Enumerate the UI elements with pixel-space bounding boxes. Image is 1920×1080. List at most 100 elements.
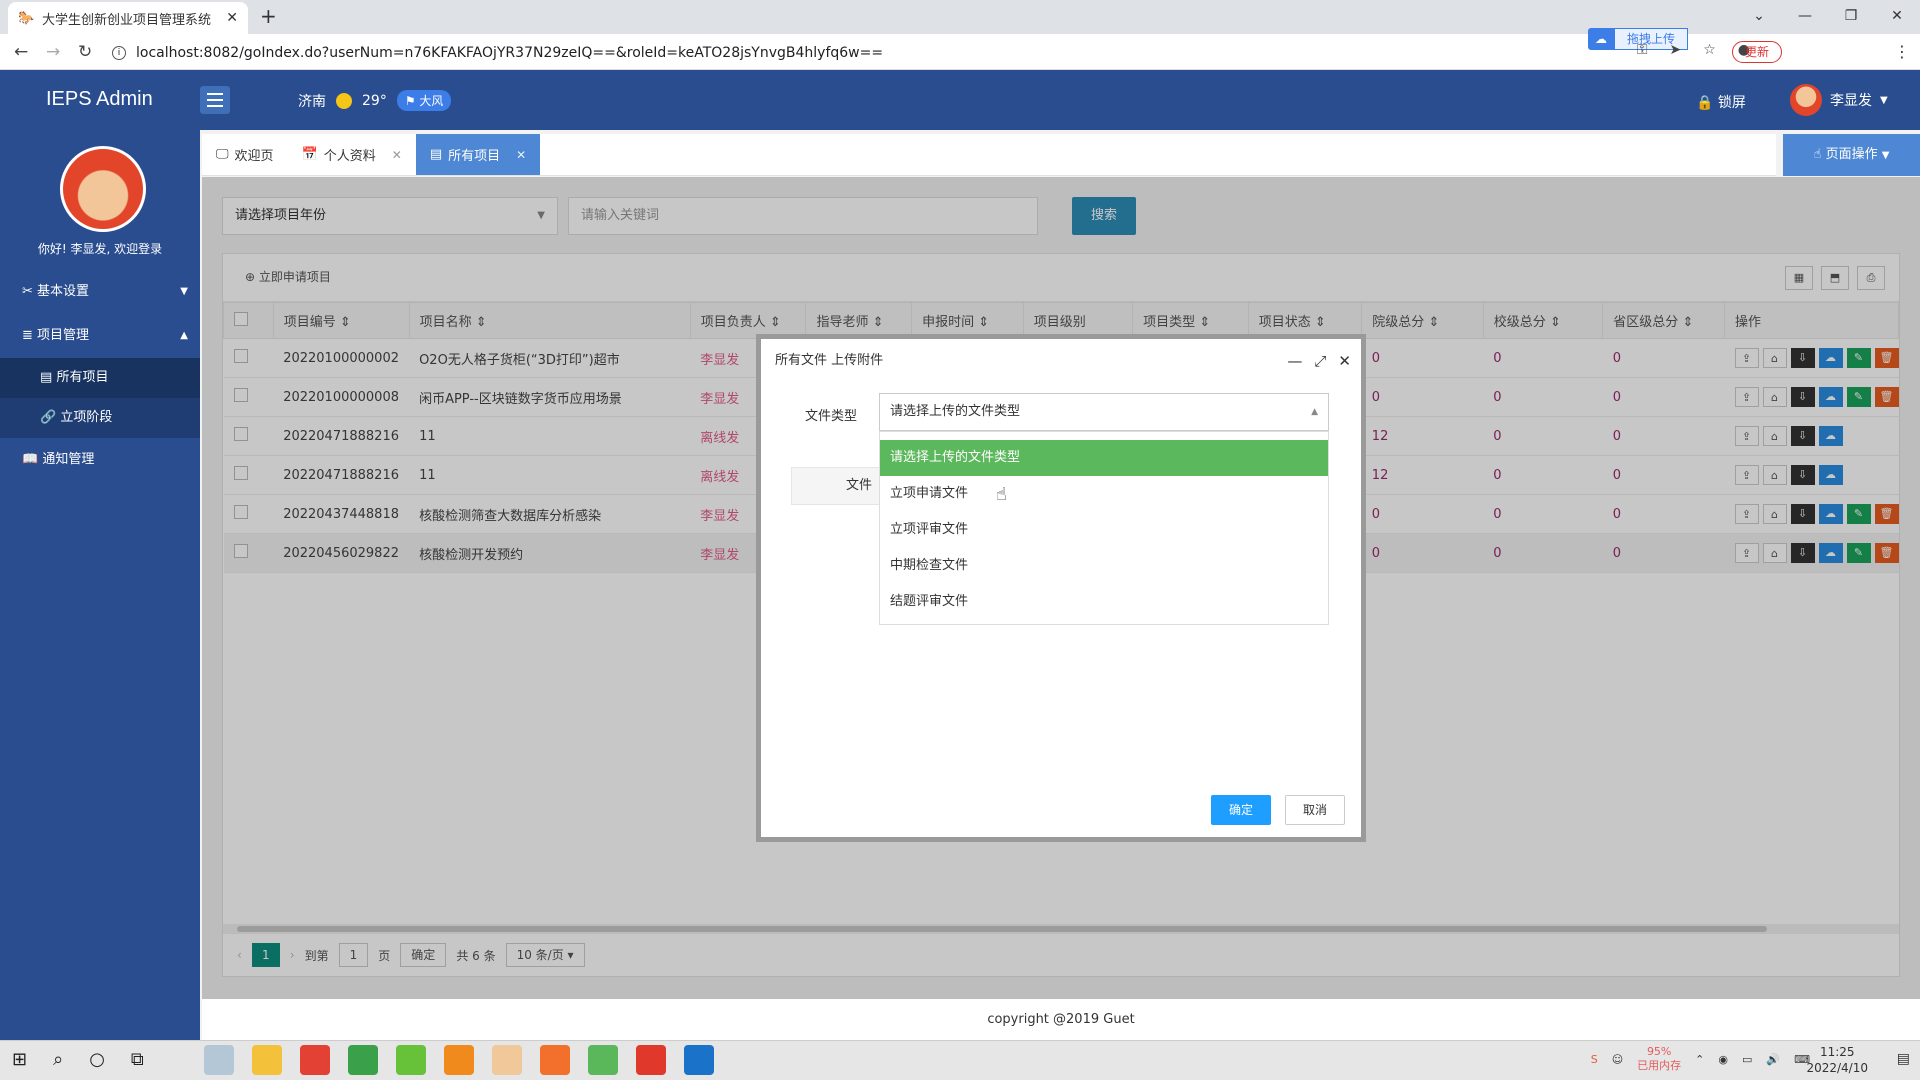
forward-icon[interactable]: → bbox=[46, 42, 60, 62]
sidebar-item-label: 基本设置 bbox=[37, 284, 90, 299]
site-info-icon[interactable]: i bbox=[112, 46, 126, 60]
close-icon[interactable]: ✕ bbox=[516, 148, 526, 162]
maximize-icon[interactable]: ⤢ bbox=[1314, 339, 1326, 383]
confirm-button[interactable]: 确定 bbox=[1211, 795, 1271, 825]
weather-temp: 29° bbox=[362, 92, 387, 109]
people-icon[interactable]: ☺ bbox=[1612, 1053, 1623, 1066]
weather-city: 济南 bbox=[298, 93, 326, 110]
tab-welcome[interactable]: 🖵 欢迎页 bbox=[202, 134, 288, 175]
browser-tab[interactable]: 🐎 大学生创新创业项目管理系统 ✕ bbox=[8, 2, 248, 34]
minimize-icon[interactable]: — bbox=[1782, 0, 1828, 32]
cancel-button[interactable]: 取消 bbox=[1285, 795, 1345, 825]
memory-label: 已用内存 bbox=[1637, 1059, 1682, 1072]
qq-icon[interactable]: ◉ bbox=[1718, 1053, 1728, 1066]
tray-chevron-icon[interactable]: ⌃ bbox=[1695, 1053, 1704, 1066]
dropdown-option[interactable]: 请选择上传的文件类型 bbox=[880, 440, 1328, 476]
send-icon[interactable]: ➤ bbox=[1669, 42, 1681, 58]
app-icon[interactable] bbox=[540, 1045, 570, 1075]
lock-label: 锁屏 bbox=[1717, 95, 1746, 111]
cloud-icon: ☁ bbox=[1588, 28, 1614, 50]
sidebar-item-notifications[interactable]: 📖 通知管理 bbox=[0, 438, 200, 482]
dropdown-option[interactable]: 结题评审文件 bbox=[880, 584, 1328, 620]
list-icon: ▤ bbox=[429, 147, 443, 162]
chevron-up-icon: ▲ bbox=[1311, 407, 1318, 417]
menu-toggle-icon[interactable] bbox=[200, 86, 230, 114]
spreadsheet-icon[interactable] bbox=[348, 1045, 378, 1075]
windows-start-icon[interactable]: ⊞ bbox=[12, 1049, 27, 1070]
folder-icon[interactable] bbox=[252, 1045, 282, 1075]
volume-icon[interactable]: 🔊 bbox=[1766, 1053, 1780, 1066]
cortana-icon[interactable]: ○ bbox=[89, 1049, 105, 1070]
sidebar-nav: ✂ 基本设置 ▼ ≣ 项目管理 ▲ ▤ 所有项目 🔗 立项阶段 📖 通知管理 bbox=[0, 270, 200, 482]
memory-usage: 95% 已用内存 bbox=[1637, 1045, 1681, 1073]
sidebar: 你好! 李显发, 欢迎登录 ✂ 基本设置 ▼ ≣ 项目管理 ▲ ▤ 所有项目 🔗… bbox=[0, 130, 200, 1040]
sidebar-item-label: 立项阶段 bbox=[60, 410, 113, 425]
close-tab-icon[interactable]: ✕ bbox=[226, 10, 238, 26]
wind-badge: ⚑ 大风 bbox=[396, 90, 452, 111]
url-field[interactable]: i localhost:8082/goIndex.do?userNum=n76K… bbox=[112, 40, 1592, 66]
window-controls: ⌄ — ❐ ✕ bbox=[1736, 0, 1920, 32]
search-tool-icon[interactable] bbox=[444, 1045, 474, 1075]
star-icon[interactable]: ☆ bbox=[1703, 42, 1716, 58]
list-icon: ▤ bbox=[40, 370, 53, 385]
sidebar-item-approval-stage[interactable]: 🔗 立项阶段 bbox=[0, 398, 200, 438]
page-operations-button[interactable]: ☝ 页面操作 ▼ bbox=[1783, 134, 1920, 176]
dropdown-option[interactable]: 立项申请文件 bbox=[880, 476, 1328, 512]
update-button[interactable]: 更新 bbox=[1732, 41, 1783, 63]
back-icon[interactable]: ← bbox=[14, 42, 28, 62]
file-type-select-value: 请选择上传的文件类型 bbox=[890, 404, 1021, 419]
os-taskbar: ⊞ ⌕ ○ ⧉ S ☺ 95% 已用内存 ⌃ ◉ ▭ 🔊 ⌨ 11:25 202… bbox=[0, 1040, 1920, 1080]
taskbar-apps bbox=[204, 1045, 714, 1075]
chevron-up-icon: ▲ bbox=[180, 330, 188, 341]
app-icon[interactable] bbox=[492, 1045, 522, 1075]
minimize-icon[interactable]: — bbox=[1287, 339, 1302, 383]
clock-time: 11:25 bbox=[1819, 1045, 1855, 1059]
taskbar-left: ⊞ ⌕ ○ ⧉ bbox=[12, 1049, 144, 1070]
network-icon[interactable]: ▭ bbox=[1742, 1053, 1752, 1066]
app-icon[interactable] bbox=[396, 1045, 426, 1075]
search-icon[interactable]: ⌕ bbox=[53, 1049, 63, 1070]
tab-profile[interactable]: 📅 个人资料 ✕ bbox=[288, 134, 416, 175]
file-type-label: 文件类型 bbox=[805, 409, 858, 424]
wps-icon[interactable] bbox=[636, 1045, 666, 1075]
task-view-icon[interactable]: ⧉ bbox=[131, 1049, 144, 1070]
restore-icon[interactable]: ❐ bbox=[1828, 0, 1874, 32]
url-text: localhost:8082/goIndex.do?userNum=n76KFA… bbox=[136, 45, 884, 61]
system-tray: S ☺ 95% 已用内存 ⌃ ◉ ▭ 🔊 ⌨ bbox=[1591, 1045, 1810, 1073]
project-icon: ≣ bbox=[22, 328, 33, 343]
file-type-dropdown: 请选择上传的文件类型 立项申请文件 立项评审文件 中期检查文件 结题评审文件 bbox=[879, 431, 1329, 625]
new-tab-icon[interactable]: + bbox=[260, 4, 277, 28]
meeting-icon[interactable] bbox=[684, 1045, 714, 1075]
hand-cursor-icon: ☝ bbox=[996, 484, 1007, 505]
browser-tab-title: 大学生创新创业项目管理系统 bbox=[42, 12, 212, 28]
input-method-icon[interactable]: S bbox=[1591, 1053, 1598, 1066]
tab-label: 个人资料 bbox=[323, 149, 376, 164]
window-close-icon[interactable]: ✕ bbox=[1874, 0, 1920, 32]
user-menu[interactable]: 李显发 ▼ bbox=[1790, 84, 1888, 116]
page-tabs: 🖵 欢迎页 📅 个人资料 ✕ ▤ 所有项目 ✕ bbox=[202, 134, 1776, 176]
app-icon[interactable] bbox=[204, 1045, 234, 1075]
tab-all-projects[interactable]: ▤ 所有项目 ✕ bbox=[415, 134, 541, 175]
chrome-icon[interactable] bbox=[300, 1045, 330, 1075]
spring-icon[interactable] bbox=[588, 1045, 618, 1075]
weather-widget: 济南 29° ⚑ 大风 bbox=[298, 90, 452, 111]
hand-icon: ☝ bbox=[1813, 147, 1822, 162]
notification-icon[interactable]: ▤ bbox=[1897, 1051, 1910, 1067]
sidebar-item-basic-settings[interactable]: ✂ 基本设置 ▼ bbox=[0, 270, 200, 314]
dropdown-option[interactable]: 中期检查文件 bbox=[880, 548, 1328, 584]
close-icon[interactable]: ✕ bbox=[392, 148, 402, 162]
lock-screen-button[interactable]: 🔒 锁屏 bbox=[1696, 92, 1746, 112]
clock-date: 2022/4/10 bbox=[1806, 1061, 1868, 1075]
memory-percent: 95% bbox=[1646, 1045, 1672, 1058]
sidebar-item-all-projects[interactable]: ▤ 所有项目 bbox=[0, 358, 200, 398]
browser-menu-icon[interactable]: ⋮ bbox=[1894, 42, 1910, 61]
file-type-select[interactable]: 请选择上传的文件类型 ▲ bbox=[879, 393, 1329, 431]
key-icon[interactable]: ⚿ bbox=[1637, 42, 1648, 58]
dropdown-option[interactable]: 立项评审文件 bbox=[880, 512, 1328, 548]
clock[interactable]: 11:25 2022/4/10 bbox=[1806, 1044, 1868, 1076]
greeting: 你好! 李显发, 欢迎登录 bbox=[37, 242, 163, 256]
reload-icon[interactable]: ↻ bbox=[78, 42, 92, 62]
close-icon[interactable]: ✕ bbox=[1338, 339, 1351, 383]
sidebar-item-project-management[interactable]: ≣ 项目管理 ▲ bbox=[0, 314, 200, 358]
tab-search-icon[interactable]: ⌄ bbox=[1736, 0, 1782, 32]
